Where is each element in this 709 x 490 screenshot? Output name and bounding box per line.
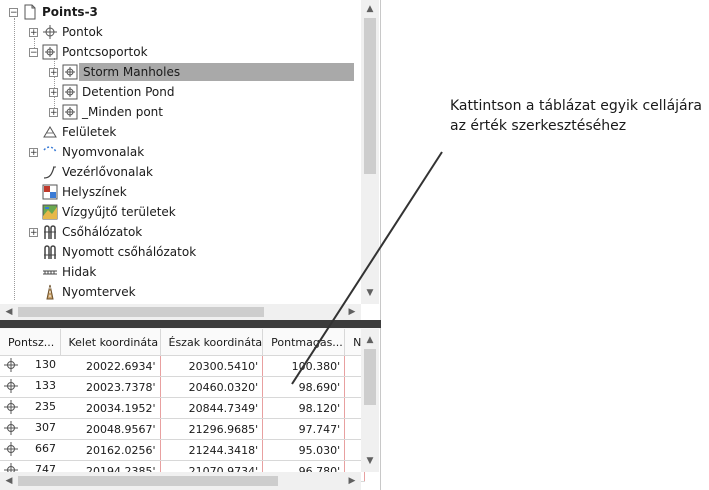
callout-leader-line xyxy=(291,151,443,385)
